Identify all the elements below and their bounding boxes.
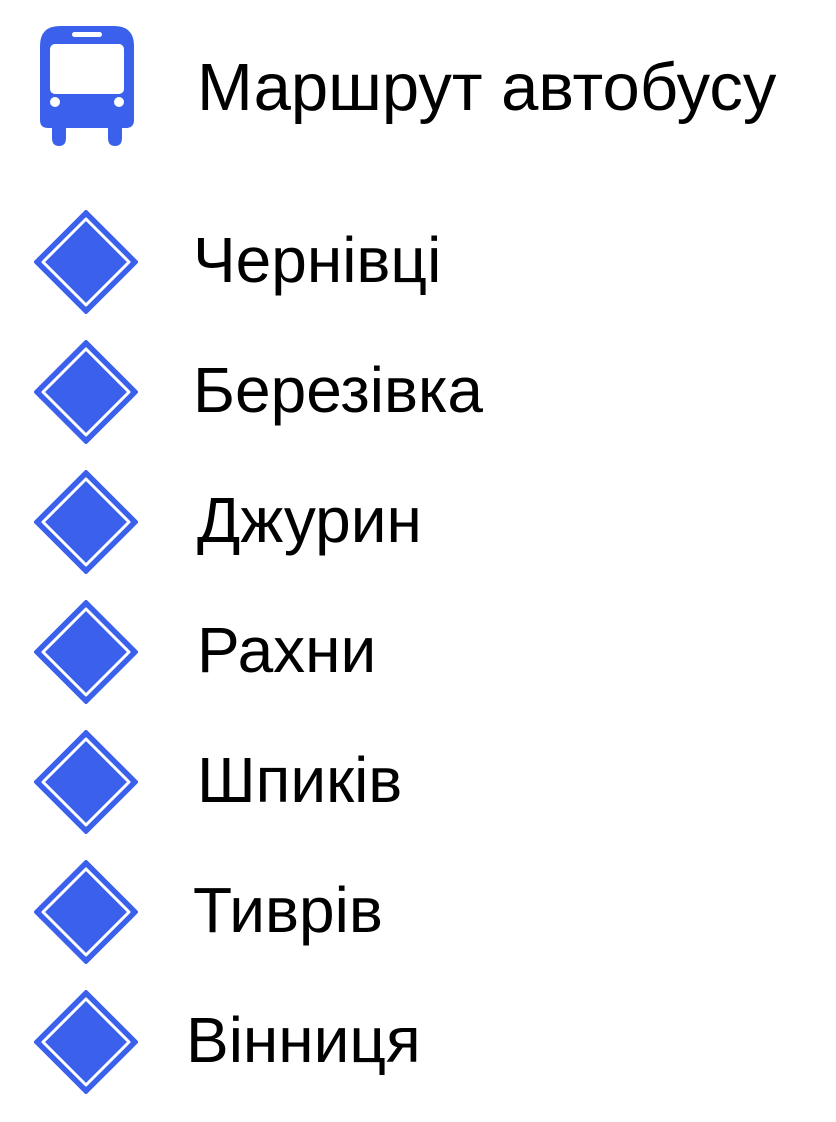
stop-name: Березівка	[193, 354, 483, 426]
list-item: Рахни	[0, 598, 836, 704]
list-item: Шпиків	[0, 728, 836, 834]
diamond-icon	[34, 470, 138, 574]
list-item: Джурин	[0, 468, 836, 574]
list-item: Чернівці	[0, 208, 836, 314]
stop-name: Рахни	[197, 614, 377, 686]
list-item: Березівка	[0, 338, 836, 444]
stop-name: Шпиків	[197, 744, 403, 816]
diamond-icon	[34, 210, 138, 314]
stop-name: Тиврів	[193, 874, 383, 946]
list-item: Вінниця	[0, 988, 836, 1094]
diamond-icon	[34, 990, 138, 1094]
diamond-icon	[34, 730, 138, 834]
stop-name: Джурин	[197, 484, 422, 556]
stop-name: Чернівці	[193, 224, 442, 296]
diamond-icon	[34, 860, 138, 964]
list-item: Тиврів	[0, 858, 836, 964]
diamond-icon	[34, 340, 138, 444]
diamond-icon	[34, 600, 138, 704]
stop-list: Чернівці Березівка Джурин Рахни Шпиків Т…	[0, 0, 836, 1122]
stop-name: Вінниця	[186, 1004, 421, 1076]
